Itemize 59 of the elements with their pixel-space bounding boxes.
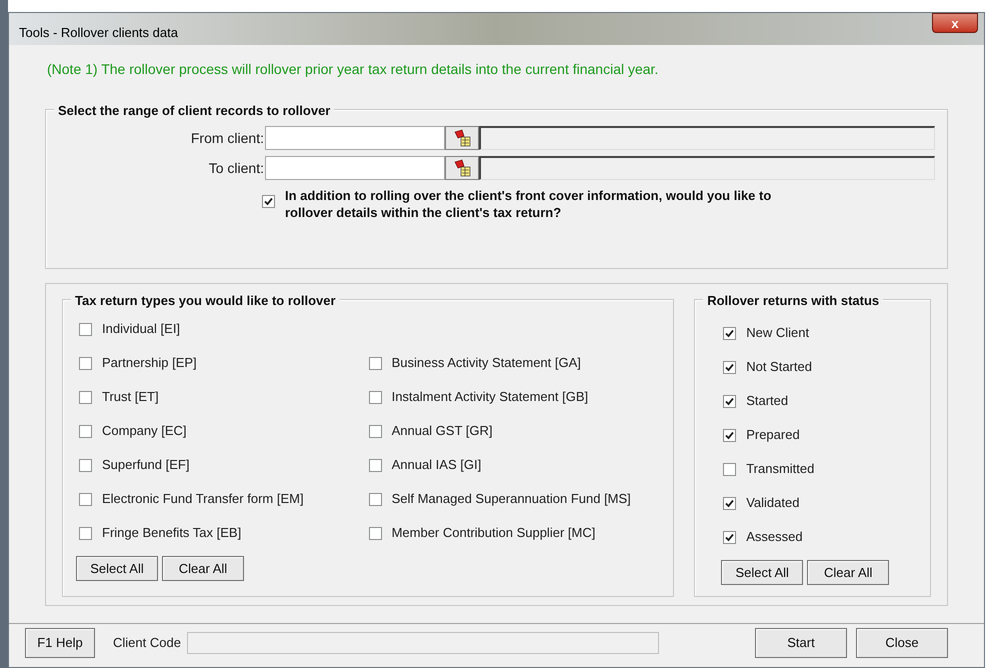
client-code-field[interactable]: [265, 126, 445, 150]
checkbox[interactable]: [368, 390, 382, 404]
checkbox-label: Business Activity Statement [GA]: [392, 354, 581, 372]
client-code-label: Client Code: [113, 634, 181, 652]
checkbox[interactable]: [723, 428, 736, 442]
lookup-button[interactable]: [445, 156, 479, 180]
checkbox[interactable]: [723, 394, 736, 408]
checkbox[interactable]: [368, 492, 382, 506]
checkbox-label: New Client: [746, 324, 810, 342]
note-text: (Note 1) The rollover process will rollover prior year tax return details into the current financial year.: [47, 60, 660, 79]
checkbox-label: Member Contribution Supplier [MC]: [392, 524, 596, 542]
close-button[interactable]: Close: [856, 628, 948, 658]
checkbox-label: Partnership [EP]: [102, 354, 197, 372]
checkbox[interactable]: [79, 390, 92, 404]
checkbox[interactable]: [79, 526, 92, 540]
checkbox-label: In addition to rolling over the client's front cover information, would you like to rollover details within the client's tax return?: [285, 187, 772, 221]
checkbox-label: Prepared: [746, 426, 800, 444]
checkbox[interactable]: [79, 424, 92, 438]
checkbox[interactable]: [79, 492, 92, 506]
checkbox[interactable]: [723, 530, 736, 544]
field-label: From client:: [190, 128, 264, 148]
checkbox-label: Electronic Fund Transfer form [EM]: [102, 490, 304, 508]
checkbox-label: Trust [ET]: [102, 388, 159, 406]
select-all-button[interactable]: Select All: [76, 556, 158, 581]
checkbox-label: Instalment Activity Statement [GB]: [392, 388, 588, 406]
checkbox-label: Not Started: [746, 358, 812, 376]
checkbox[interactable]: [368, 356, 382, 370]
checkbox[interactable]: [723, 462, 736, 476]
help-button[interactable]: F1 Help: [25, 628, 95, 658]
checkbox[interactable]: [723, 360, 736, 374]
checkbox-label: Company [EC]: [102, 422, 187, 440]
checkbox-label: Superfund [EF]: [102, 456, 190, 474]
checkbox-label: Self Managed Superannuation Fund [MS]: [392, 490, 631, 508]
field-label: To client:: [208, 158, 264, 178]
checkbox-label: Started: [746, 392, 788, 410]
checkbox[interactable]: [368, 424, 382, 438]
checkbox[interactable]: [79, 458, 92, 472]
start-button[interactable]: Start: [755, 628, 847, 658]
checkbox[interactable]: [262, 195, 275, 208]
checkbox-label: Validated: [746, 494, 800, 512]
close-button[interactable]: x: [932, 13, 978, 33]
checkbox-label: Individual [EI]: [102, 320, 180, 338]
window-title: Tools - Rollover clients data: [19, 24, 178, 42]
checkbox[interactable]: [723, 496, 736, 510]
checkbox[interactable]: [79, 322, 92, 336]
checkbox[interactable]: [368, 526, 382, 540]
checkbox-label: Annual IAS [GI]: [392, 456, 482, 474]
checkbox-label: Transmitted: [746, 460, 814, 478]
clear-all-button[interactable]: Clear All: [162, 556, 244, 581]
checkbox-label: Fringe Benefits Tax [EB]: [102, 524, 242, 542]
checkbox[interactable]: [723, 326, 736, 340]
select-all-button[interactable]: Select All: [721, 560, 804, 585]
client-code-field[interactable]: [265, 156, 445, 180]
clear-all-button[interactable]: Clear All: [807, 560, 890, 585]
checkbox-label: Annual GST [GR]: [392, 422, 492, 440]
checkbox[interactable]: [368, 458, 382, 472]
checkbox[interactable]: [79, 356, 92, 370]
lookup-button[interactable]: [445, 126, 479, 150]
checkbox-label: Assessed: [746, 528, 803, 546]
